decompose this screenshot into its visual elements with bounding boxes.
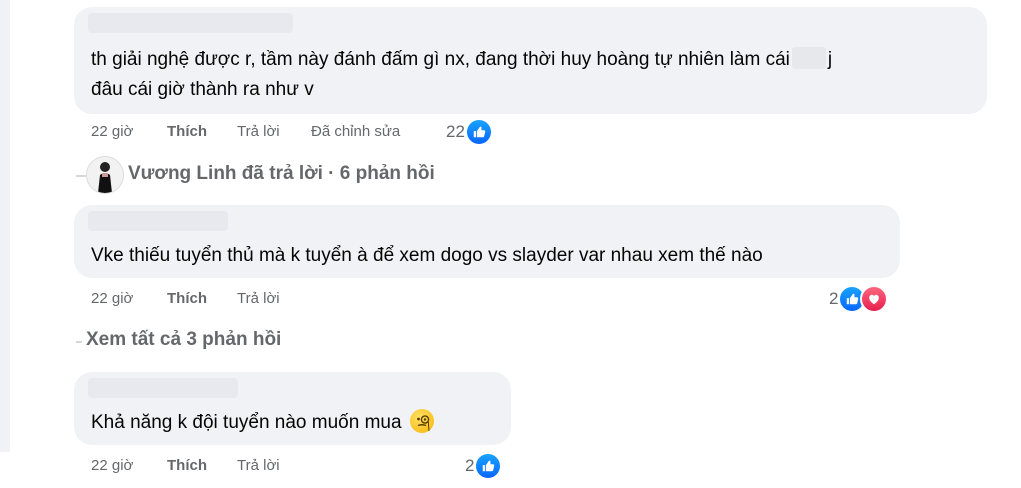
thumbs-up-icon [474, 452, 503, 480]
edited-label[interactable]: Đã chỉnh sửa [311, 123, 400, 140]
reply-button[interactable]: Trả lời [237, 290, 280, 307]
heart-icon [860, 285, 889, 313]
reaction-count: 22 [446, 122, 465, 141]
reaction-count: 2 [829, 289, 839, 308]
comment-text: Khả năng k đội tuyển nào muốn mua [91, 408, 434, 438]
reply-button[interactable]: Trả lời [237, 457, 280, 474]
comment-time[interactable]: 22 giờ [91, 123, 133, 140]
redacted-word [791, 47, 826, 69]
thread-connector [76, 175, 86, 177]
comment-text: Vke thiếu tuyển thủ mà k tuyển à để xem … [91, 245, 763, 266]
comment-author-redacted[interactable] [88, 211, 228, 231]
comment-time[interactable]: 22 giờ [91, 457, 133, 474]
comment-author-redacted[interactable] [88, 378, 238, 398]
comment-text-line-1: th giải nghệ được r, tầm này đánh đấm gì… [91, 47, 833, 70]
avatar[interactable] [86, 156, 124, 194]
reaction-summary-2[interactable]: 2 [829, 285, 889, 313]
like-button[interactable]: Thích [167, 123, 207, 140]
reaction-summary-1[interactable]: 22 [446, 118, 493, 146]
reaction-summary-3[interactable]: 2 [465, 452, 503, 480]
replies-summary-link[interactable]: Vương Linh đã trả lời · 6 phản hồi [128, 163, 435, 185]
left-strip [0, 0, 10, 452]
comment-time[interactable]: 22 giờ [91, 290, 133, 307]
view-all-replies-link[interactable]: Xem tất cả 3 phản hồi [86, 329, 281, 351]
monocle-face-emoji [409, 409, 434, 433]
like-button[interactable]: Thích [167, 290, 207, 307]
comment-author-redacted[interactable] [88, 13, 293, 33]
reaction-count: 2 [465, 456, 475, 475]
like-button[interactable]: Thích [167, 457, 207, 474]
reply-button[interactable]: Trả lời [237, 123, 280, 140]
thread-connector [76, 341, 82, 343]
thumbs-up-icon [464, 118, 493, 146]
comment-text-line-2: đâu cái giờ thành ra như v [91, 79, 314, 100]
